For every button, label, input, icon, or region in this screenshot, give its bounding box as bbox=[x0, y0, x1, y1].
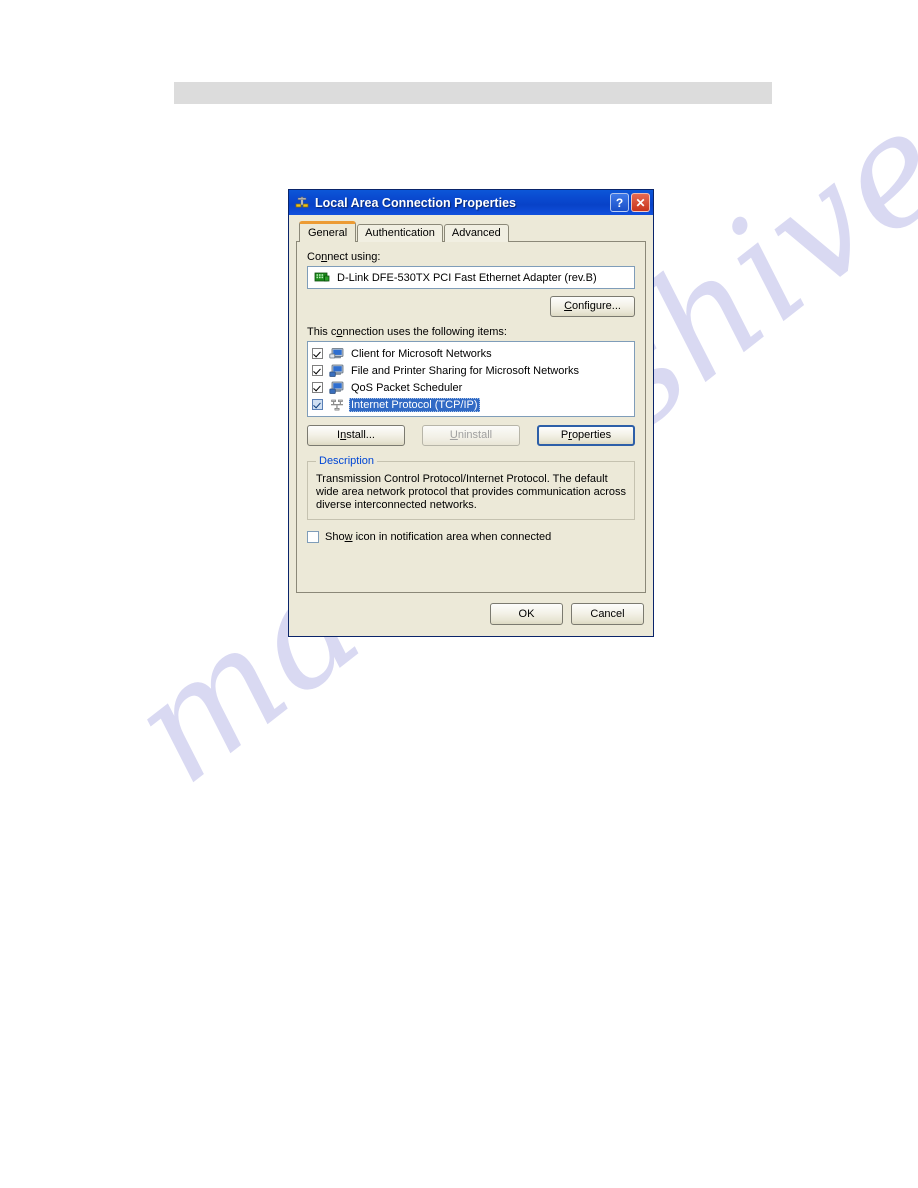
close-button[interactable]: ✕ bbox=[631, 193, 650, 212]
protocol-icon bbox=[329, 398, 345, 412]
tab-strip: General Authentication Advanced bbox=[296, 221, 646, 242]
help-button[interactable]: ? bbox=[610, 193, 629, 212]
install-button[interactable]: Install... bbox=[307, 425, 405, 446]
titlebar-buttons: ? ✕ bbox=[610, 193, 650, 212]
description-group: Description Transmission Control Protoco… bbox=[307, 455, 635, 520]
items-label: This connection uses the following items… bbox=[307, 326, 507, 338]
show-icon-label: Show icon in notification area when conn… bbox=[325, 531, 552, 543]
component-action-buttons: Install... Uninstall Properties bbox=[307, 425, 635, 446]
general-tab-panel: Connect using: D-Link DFE-530TX PCI Fast bbox=[296, 241, 646, 593]
checkbox-internet-protocol-tcpip[interactable] bbox=[312, 399, 323, 410]
adapter-name: D-Link DFE-530TX PCI Fast Ethernet Adapt… bbox=[337, 271, 597, 284]
list-item[interactable]: Internet Protocol (TCP/IP) bbox=[312, 396, 632, 413]
list-item[interactable]: File and Printer Sharing for Microsoft N… bbox=[312, 362, 632, 379]
list-item-label: Internet Protocol (TCP/IP) bbox=[349, 397, 480, 412]
show-icon-checkbox-row[interactable]: Show icon in notification area when conn… bbox=[307, 531, 635, 543]
configure-button[interactable]: Configure... bbox=[550, 296, 635, 317]
list-item-label: Client for Microsoft Networks bbox=[351, 347, 492, 360]
list-item-label: File and Printer Sharing for Microsoft N… bbox=[351, 364, 580, 377]
file-print-sharing-icon bbox=[329, 364, 345, 378]
adapter-field[interactable]: D-Link DFE-530TX PCI Fast Ethernet Adapt… bbox=[307, 266, 635, 289]
configure-button-row: Configure... bbox=[307, 296, 635, 317]
list-item-label: QoS Packet Scheduler bbox=[351, 381, 463, 394]
description-text: Transmission Control Protocol/Internet P… bbox=[316, 473, 626, 511]
show-icon-checkbox[interactable] bbox=[307, 531, 319, 543]
dialog-title: Local Area Connection Properties bbox=[315, 195, 516, 210]
dialog-body: General Authentication Advanced Connect … bbox=[289, 215, 653, 593]
client-network-icon bbox=[329, 347, 345, 361]
network-connection-icon bbox=[294, 195, 310, 211]
components-list[interactable]: Client for Microsoft Networks File and P… bbox=[307, 341, 635, 417]
checkbox-file-and-printer-sharing[interactable] bbox=[312, 365, 323, 376]
properties-button[interactable]: Properties bbox=[537, 425, 635, 446]
ok-button[interactable]: OK bbox=[490, 603, 563, 625]
checkbox-client-for-microsoft-networks[interactable] bbox=[312, 348, 323, 359]
description-legend: Description bbox=[319, 455, 375, 467]
list-item[interactable]: Client for Microsoft Networks bbox=[312, 345, 632, 362]
uninstall-button: Uninstall bbox=[422, 425, 520, 446]
page-header-band bbox=[174, 82, 772, 104]
cancel-button[interactable]: Cancel bbox=[571, 603, 644, 625]
qos-scheduler-icon bbox=[329, 381, 345, 395]
dialog-footer: OK Cancel bbox=[289, 592, 653, 636]
connect-using-label: Connect using: bbox=[307, 251, 381, 263]
tab-authentication[interactable]: Authentication bbox=[357, 224, 443, 242]
list-item[interactable]: QoS Packet Scheduler bbox=[312, 379, 632, 396]
tab-advanced[interactable]: Advanced bbox=[443, 224, 509, 242]
local-area-connection-properties-dialog: Local Area Connection Properties ? ✕ Gen… bbox=[288, 189, 654, 637]
network-adapter-icon bbox=[314, 271, 330, 285]
dialog-titlebar: Local Area Connection Properties ? ✕ bbox=[289, 190, 653, 215]
checkbox-qos-packet-scheduler[interactable] bbox=[312, 382, 323, 393]
tab-general[interactable]: General bbox=[299, 221, 357, 242]
